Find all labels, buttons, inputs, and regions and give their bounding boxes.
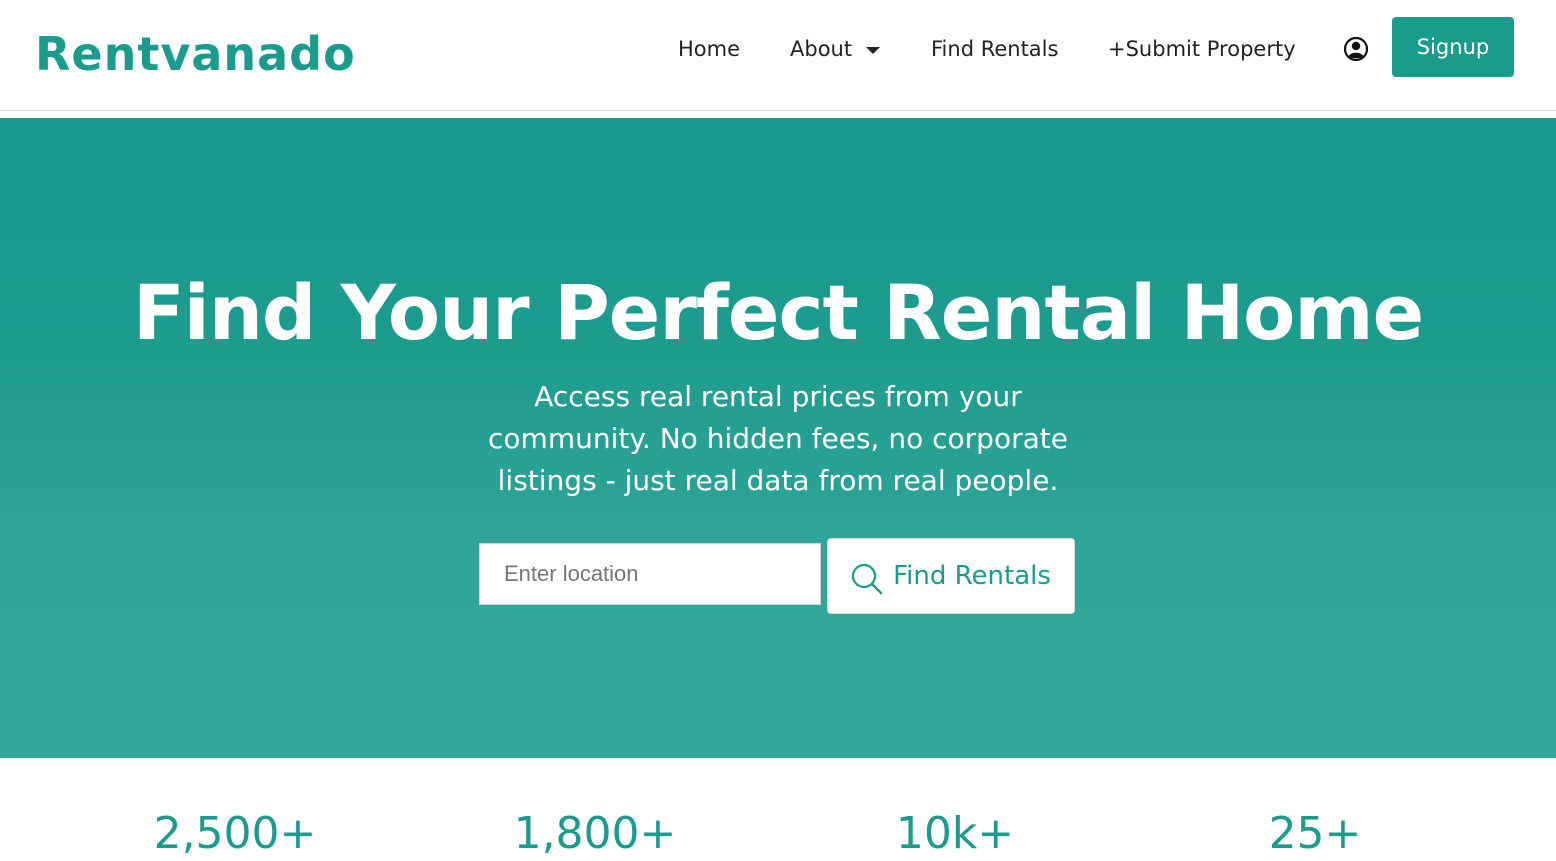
find-rentals-button-label: Find Rentals (893, 561, 1051, 591)
hero-subtitle-line: community. No hidden fees, no corporate (488, 422, 1068, 455)
hero-subtitle-line: Access real rental prices from your (534, 380, 1022, 413)
nav-about-label: About (790, 37, 853, 61)
site-header: Rentvanado Home About Find Rentals +Subm… (0, 0, 1556, 111)
hero-title: Find Your Perfect Rental Home (132, 268, 1424, 357)
stat-value: 25+ (1268, 808, 1362, 859)
stat-value: 2,500+ (153, 808, 317, 859)
stats-section: 2,500+ 1,800+ 10k+ 25+ (0, 758, 1556, 861)
stat-value: 1,800+ (513, 808, 677, 859)
search-icon (851, 563, 883, 595)
nav-submit-property-link[interactable]: +Submit Property (1108, 33, 1296, 65)
nav-find-rentals-link[interactable]: Find Rentals (931, 33, 1058, 65)
stat-value: 10k+ (895, 808, 1015, 859)
main-nav: Home About Find Rentals +Submit Property (0, 0, 1556, 100)
nav-home-link[interactable]: Home (678, 33, 740, 65)
user-circle-icon[interactable] (1343, 36, 1369, 62)
hero-section: Find Your Perfect Rental Home Access rea… (0, 118, 1556, 758)
hero-subtitle-line: listings - just real data from real peop… (497, 464, 1059, 497)
signup-button[interactable]: Signup (1392, 17, 1514, 77)
hero-subtitle: Access real rental prices from your comm… (0, 376, 1556, 502)
find-rentals-button[interactable]: Find Rentals (827, 538, 1075, 614)
location-search-input[interactable] (479, 543, 821, 605)
nav-about-dropdown[interactable]: About (790, 33, 881, 65)
caret-down-icon (866, 46, 881, 54)
